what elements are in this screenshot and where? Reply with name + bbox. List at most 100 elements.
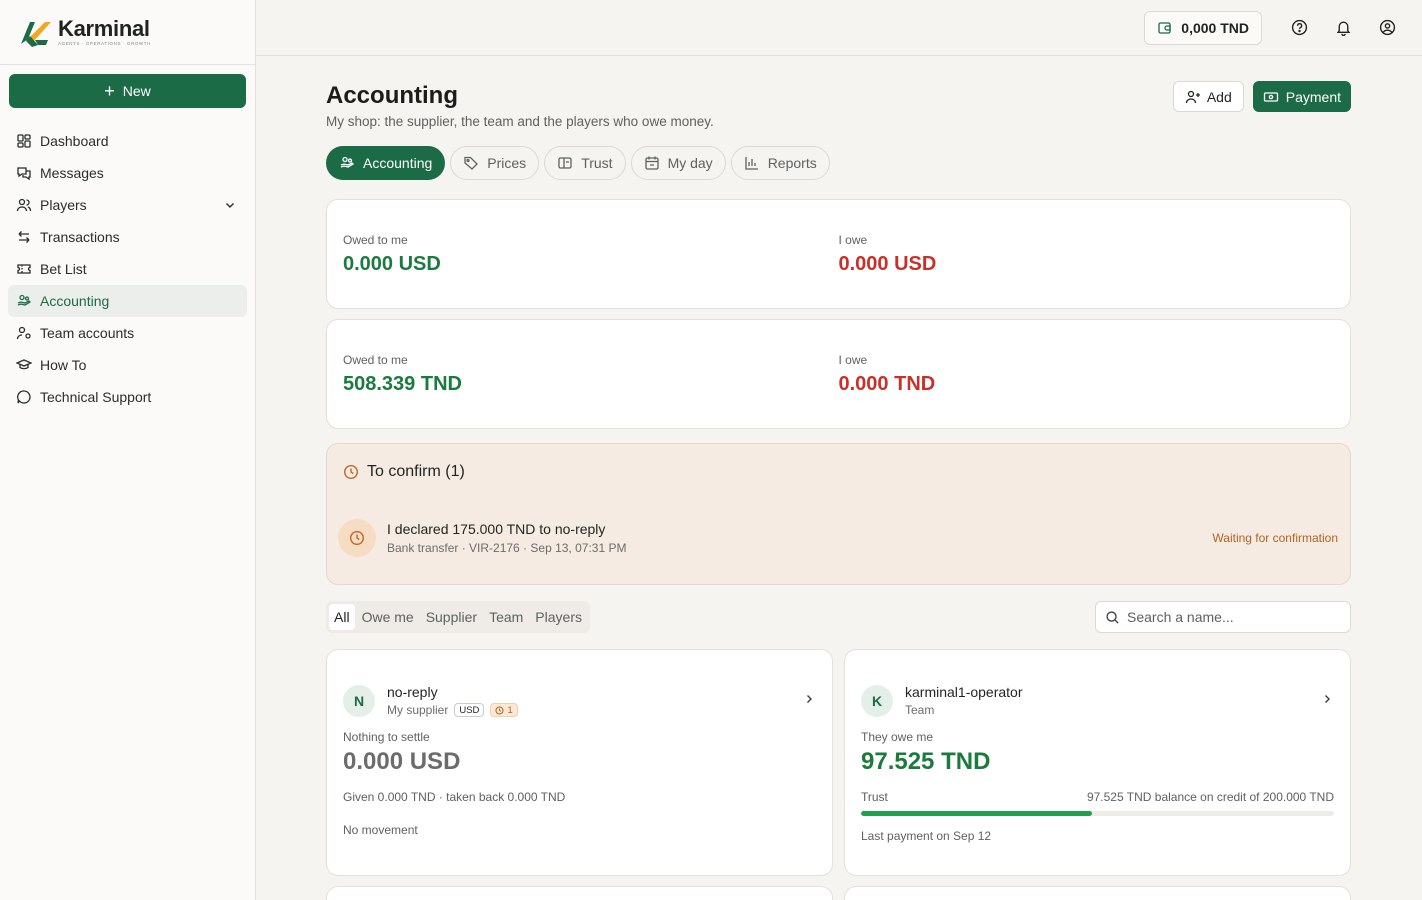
- trust-progress-bar: [861, 811, 1334, 816]
- account-name: no-reply: [387, 684, 438, 700]
- pending-title: I declared 175.000 TND to no-reply: [387, 521, 606, 537]
- sidebar-item-messages[interactable]: Messages: [8, 157, 247, 189]
- new-button[interactable]: + New: [9, 74, 246, 108]
- graduation-cap-icon: [16, 359, 32, 370]
- currency-badge: USD: [454, 703, 485, 717]
- account-amount: 97.525 TND: [861, 748, 991, 775]
- settle-label: Nothing to settle: [343, 730, 430, 744]
- filter-segmented: All Owe me Supplier Team Players: [326, 601, 590, 633]
- trust-summary: 97.525 TND balance on credit of 200.000 …: [1086, 790, 1334, 804]
- account-cards: N no-reply My supplier USD 1 Nothing to …: [326, 649, 1351, 876]
- accounting-icon: [340, 156, 355, 168]
- main: 0,000 TND Accounting My shop: the suppli…: [256, 0, 1422, 900]
- sidebar-item-team-accounts[interactable]: Team accounts: [8, 317, 247, 349]
- add-button[interactable]: Add: [1172, 81, 1244, 112]
- tab-reports[interactable]: Reports: [730, 146, 830, 180]
- sidebar-item-label: Dashboard: [40, 133, 109, 149]
- balance-card-tnd: Owed to me 508.339 TND I owe 0.000 TND: [326, 319, 1351, 429]
- transactions-icon: [18, 231, 30, 243]
- calendar-icon: [644, 156, 659, 170]
- last-payment: Last payment on Sep 12: [861, 829, 992, 843]
- sidebar-item-how-to[interactable]: How To: [8, 349, 247, 381]
- messages-icon: [17, 167, 31, 181]
- tab-prices[interactable]: Prices: [450, 146, 540, 180]
- accounting-icon: [17, 294, 32, 306]
- account-button[interactable]: [1370, 11, 1404, 45]
- banknote-icon: [1263, 91, 1278, 102]
- settle-label: They owe me: [861, 730, 934, 744]
- sidebar-item-dashboard[interactable]: Dashboard: [8, 125, 247, 157]
- pending-declaration[interactable]: I declared 175.000 TND to no-reply Bank …: [338, 519, 1338, 557]
- tab-label: Prices: [487, 155, 527, 171]
- filter-team[interactable]: Team: [484, 604, 528, 630]
- chevron-down-icon[interactable]: [223, 198, 237, 212]
- ticket-icon: [17, 264, 31, 274]
- tab-accounting[interactable]: Accounting: [326, 146, 446, 180]
- credit-card-icon: [558, 157, 572, 169]
- filter-all[interactable]: All: [329, 604, 355, 630]
- pending-avatar: [338, 519, 376, 557]
- owed-to-me-label: Owed to me: [343, 353, 408, 367]
- page-subtitle: My shop: the supplier, the team and the …: [326, 114, 714, 129]
- account-cards-next-row: [326, 886, 1351, 900]
- sidebar-item-bet-list[interactable]: Bet List: [8, 253, 247, 285]
- support-icon: [17, 390, 31, 404]
- add-button-label: Add: [1206, 88, 1232, 105]
- tab-my-day[interactable]: My day: [630, 146, 726, 180]
- pending-status: Waiting for confirmation: [1212, 531, 1338, 545]
- filter-supplier[interactable]: Supplier: [421, 604, 482, 630]
- sidebar-item-label: Team accounts: [40, 325, 135, 341]
- search-icon: [1106, 610, 1119, 624]
- notifications-button[interactable]: [1326, 11, 1360, 45]
- sidebar-item-label: Bet List: [40, 261, 87, 277]
- payment-button[interactable]: Payment: [1252, 81, 1351, 112]
- pending-badge: 1: [490, 703, 518, 717]
- search-placeholder: Search a name...: [1127, 609, 1234, 625]
- wallet-icon: [1158, 21, 1171, 34]
- payment-button-label: Payment: [1285, 88, 1341, 105]
- sidebar-item-label: How To: [40, 357, 87, 373]
- clock-icon: [343, 464, 359, 480]
- sidebar: Karminal AGENTS · OPERATIONS · GROWTH + …: [0, 0, 256, 900]
- i-owe-value: 0.000 TND: [838, 373, 936, 395]
- sidebar-item-transactions[interactable]: Transactions: [8, 221, 247, 253]
- bar-chart-icon: [745, 157, 758, 170]
- i-owe-value: 0.000 USD: [838, 253, 937, 275]
- pending-count: 1: [507, 704, 513, 716]
- plus-icon: +: [104, 81, 115, 101]
- help-button[interactable]: [1282, 11, 1316, 45]
- to-confirm-heading: To confirm (1): [367, 463, 465, 480]
- user-circle-icon: [1379, 19, 1395, 36]
- account-amount: 0.000 USD: [343, 748, 461, 775]
- movement-status: No movement: [343, 823, 418, 837]
- sidebar-item-players[interactable]: Players: [8, 189, 247, 221]
- filter-players[interactable]: Players: [530, 604, 587, 630]
- page-title: Accounting: [326, 82, 458, 109]
- filter-row: All Owe me Supplier Team Players Search …: [326, 601, 1351, 633]
- clock-icon: [495, 705, 504, 715]
- given-taken-summary: Given 0.000 TND · taken back 0.000 TND: [343, 790, 566, 804]
- search-input[interactable]: Search a name...: [1095, 601, 1351, 633]
- account-role: My supplier: [387, 703, 449, 717]
- karminal-logo: [21, 22, 51, 47]
- sidebar-item-technical-support[interactable]: Technical Support: [8, 381, 247, 413]
- account-card-no-reply[interactable]: N no-reply My supplier USD 1 Nothing to …: [326, 649, 833, 876]
- account-card[interactable]: [844, 886, 1351, 900]
- pending-meta: Bank transfer · VIR-2176 · Sep 13, 07:31…: [387, 541, 627, 555]
- account-card[interactable]: [326, 886, 833, 900]
- section-tabs: Accounting Prices Trust My day Reports: [326, 146, 1351, 180]
- sidebar-item-accounting[interactable]: Accounting: [8, 285, 247, 317]
- brand[interactable]: Karminal AGENTS · OPERATIONS · GROWTH: [0, 0, 255, 65]
- page-header: Accounting My shop: the supplier, the te…: [326, 81, 1351, 129]
- account-name: karminal1-operator: [905, 684, 1023, 700]
- filter-owe-me[interactable]: Owe me: [357, 604, 419, 630]
- account-card-karminal1-operator[interactable]: K karminal1-operator Team They owe me 97…: [844, 649, 1351, 876]
- tab-trust[interactable]: Trust: [544, 146, 626, 180]
- brand-tagline: AGENTS · OPERATIONS · GROWTH: [58, 41, 151, 46]
- tag-icon: [464, 156, 479, 170]
- sidebar-item-label: Messages: [40, 165, 104, 181]
- wallet-balance[interactable]: 0,000 TND: [1144, 10, 1262, 45]
- players-icon: [16, 198, 32, 212]
- tab-label: My day: [667, 155, 713, 171]
- owed-to-me-label: Owed to me: [343, 233, 408, 247]
